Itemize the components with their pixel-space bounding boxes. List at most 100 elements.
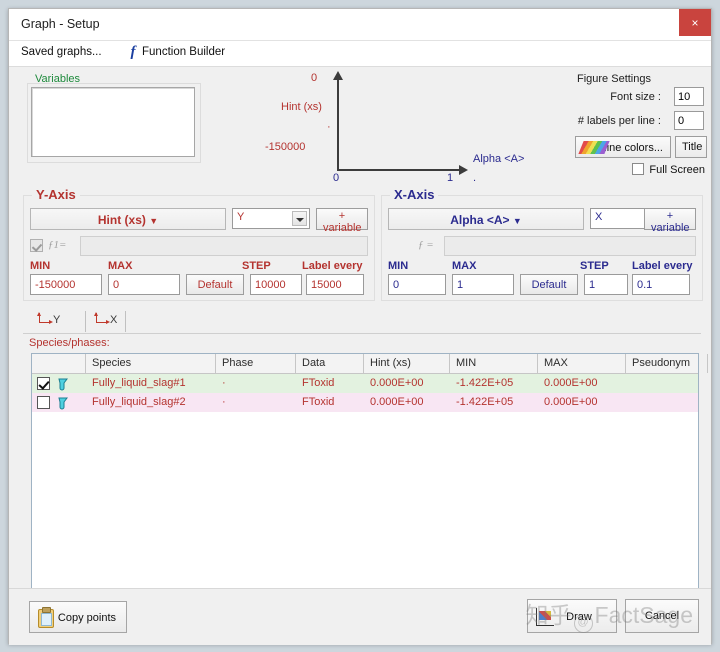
- x-axis-variable-button[interactable]: Alpha <A> ▼: [388, 208, 584, 230]
- dialog-footer: Copy points Draw Cancel 知乎 @ FactSage: [9, 588, 711, 645]
- col-min: MIN: [450, 354, 538, 373]
- x-axis-group: X-Axis Alpha <A> ▼ X + variable ƒ = MIN …: [381, 187, 703, 301]
- x-add-variable-button[interactable]: + variable: [644, 208, 696, 234]
- x-axis-variable-label: Alpha <A>: [450, 213, 510, 227]
- y-default-button[interactable]: Default: [186, 274, 244, 295]
- menu-function-builder[interactable]: Function Builder: [142, 46, 225, 58]
- y-min-label: MIN: [30, 260, 51, 272]
- figure-settings-title: Figure Settings: [577, 73, 651, 85]
- y-function-input[interactable]: [80, 236, 368, 256]
- row-checkbox[interactable]: [37, 377, 50, 390]
- col-max: MAX: [538, 354, 626, 373]
- col-data: Data: [296, 354, 364, 373]
- axes-preview: 0 Hint (xs) · -150000 0 1 Alpha <A> .: [259, 69, 559, 184]
- copy-points-button[interactable]: Copy points: [29, 601, 127, 633]
- cell-data: FToxid: [302, 396, 335, 408]
- cell-phase: ·: [222, 396, 226, 408]
- clipboard-icon: [38, 607, 54, 628]
- figure-settings-panel: Figure Settings Font size : # labels per…: [571, 73, 709, 178]
- axis-tabstrip: Y X: [23, 311, 701, 334]
- x-label-every-input[interactable]: [632, 274, 690, 295]
- table-row[interactable]: Fully_liquid_slag#2 · FToxid 0.000E+00 -…: [32, 393, 698, 412]
- y-max-input[interactable]: [108, 274, 180, 295]
- x-function-label: ƒ =: [418, 239, 434, 251]
- close-icon[interactable]: ×: [679, 9, 711, 36]
- y-axis-select[interactable]: Y: [232, 208, 310, 229]
- dialog-content: Variables 0 Hint (xs) · -150000 0 1 Alph…: [9, 67, 711, 645]
- y-axis-variable-button[interactable]: Hint (xs) ▼: [30, 208, 226, 230]
- preview-y-min-label: -150000: [265, 141, 306, 153]
- tab-x[interactable]: X: [85, 311, 127, 332]
- y-step-input[interactable]: [250, 274, 302, 295]
- cancel-button[interactable]: Cancel: [625, 599, 699, 633]
- x-min-input[interactable]: [388, 274, 446, 295]
- row-checkbox[interactable]: [37, 396, 50, 409]
- col-check: [32, 354, 86, 373]
- x-step-input[interactable]: [584, 274, 628, 295]
- preview-x-axis-line: [337, 169, 465, 171]
- line-colors-button[interactable]: line colors...: [575, 136, 671, 158]
- col-pseudonym: Pseudonym: [626, 354, 708, 373]
- menu-saved-graphs[interactable]: Saved graphs...: [21, 46, 102, 58]
- y-label-every-label: Label every: [302, 260, 363, 272]
- x-axis-select-value: X: [595, 211, 603, 223]
- x-axis-legend: X-Axis: [390, 187, 439, 202]
- species-table: Species Phase Data Hint (xs) MIN MAX Pse…: [31, 353, 708, 613]
- draw-button[interactable]: Draw: [527, 599, 617, 633]
- x-function-input[interactable]: [444, 236, 696, 256]
- x-function-row: ƒ =: [388, 236, 696, 256]
- cell-min: -1.422E+05: [456, 377, 514, 389]
- full-screen-toggle[interactable]: Full Screen: [632, 163, 705, 176]
- table-header-row: Species Phase Data Hint (xs) MIN MAX Pse…: [32, 354, 708, 374]
- labels-per-line-label: # labels per line :: [577, 115, 661, 127]
- col-phase: Phase: [216, 354, 296, 373]
- col-species: Species: [86, 354, 216, 373]
- labels-per-line-input[interactable]: [674, 111, 704, 130]
- y-axis-group: Y-Axis Hint (xs) ▼ Y + variable ƒ1= MIN …: [23, 187, 375, 301]
- preview-y-arrow-icon: [333, 71, 343, 80]
- beaker-icon: [58, 378, 68, 391]
- cell-max: 0.000E+00: [544, 377, 598, 389]
- preview-x-max-label: 1: [447, 172, 454, 184]
- cell-hint: 0.000E+00: [370, 396, 424, 408]
- cell-species: Fully_liquid_slag#2: [92, 396, 186, 408]
- title-button[interactable]: Title: [675, 136, 707, 158]
- chart-icon: [536, 608, 554, 626]
- axis-icon: [94, 312, 110, 325]
- cell-pseudonym: [626, 374, 708, 393]
- font-size-label: Font size :: [610, 91, 661, 103]
- cell-max: 0.000E+00: [544, 396, 598, 408]
- x-default-button[interactable]: Default: [520, 274, 578, 295]
- font-size-input[interactable]: [674, 87, 704, 106]
- tab-y[interactable]: Y: [29, 311, 68, 332]
- y-function-row: ƒ1=: [30, 236, 368, 256]
- y-min-input[interactable]: [30, 274, 102, 295]
- copy-points-label: Copy points: [57, 612, 116, 624]
- y-function-checkbox[interactable]: [30, 239, 43, 252]
- preview-y-max-label: 0: [311, 72, 318, 84]
- preview-x-dot-label: .: [473, 172, 477, 184]
- rainbow-icon: [578, 141, 610, 154]
- full-screen-label: Full Screen: [649, 164, 705, 176]
- full-screen-checkbox[interactable]: [632, 163, 645, 175]
- cell-pseudonym: [626, 393, 708, 412]
- chevron-down-icon[interactable]: [292, 211, 307, 226]
- y-axis-variable-label: Hint (xs): [97, 213, 146, 227]
- variables-list[interactable]: [31, 87, 195, 157]
- preview-x-arrow-icon: [459, 165, 468, 175]
- y-add-variable-button[interactable]: + variable: [316, 208, 368, 234]
- x-max-label: MAX: [452, 260, 477, 272]
- col-hint: Hint (xs): [364, 354, 450, 373]
- species-caption: Species/phases:: [29, 337, 110, 349]
- y-axis-select-value: Y: [237, 211, 245, 223]
- line-colors-label: line colors...: [604, 142, 663, 154]
- draw-label: Draw: [566, 611, 592, 623]
- beaker-icon: [58, 397, 68, 410]
- window-titlebar: Graph - Setup ×: [9, 9, 711, 41]
- function-builder-icon: f: [130, 44, 136, 60]
- preview-y-name-label: Hint (xs): [281, 101, 322, 113]
- x-max-input[interactable]: [452, 274, 514, 295]
- y-function-label: ƒ1=: [48, 239, 67, 251]
- y-label-every-input[interactable]: [306, 274, 364, 295]
- table-row[interactable]: Fully_liquid_slag#1 · FToxid 0.000E+00 -…: [32, 374, 698, 393]
